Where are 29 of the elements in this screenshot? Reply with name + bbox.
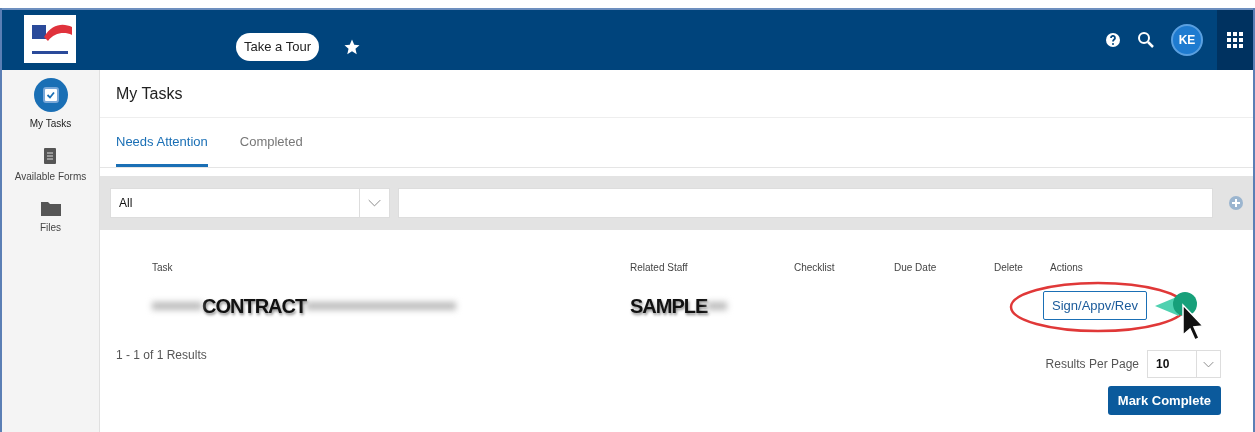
column-header: Related Staff [630, 261, 689, 275]
user-avatar[interactable]: KE [1171, 24, 1203, 56]
search-field[interactable] [398, 187, 1213, 218]
column-header: Actions [1050, 261, 1084, 275]
mark-complete-button[interactable]: Mark Complete [1107, 385, 1221, 415]
blurred-text [707, 301, 728, 310]
filter-dropdown[interactable]: All [110, 187, 390, 218]
sidebar-item-label[interactable]: Available Forms [14, 169, 87, 184]
search-icon[interactable] [1137, 31, 1155, 49]
sign-approve-review-button[interactable]: Sign/Appv/Rev [1043, 290, 1147, 321]
tab[interactable]: Completed [239, 118, 303, 167]
column-header: Task [152, 261, 174, 275]
column-header: Due Date [894, 261, 938, 275]
column-header: Checklist [794, 261, 836, 275]
results-per-page-select[interactable]: 10 [1147, 349, 1221, 378]
help-icon[interactable] [1105, 32, 1121, 48]
logo-icon [24, 15, 76, 63]
take-a-tour-button[interactable]: Take a Tour [236, 33, 319, 61]
table-cell-text: CONTRACT [202, 293, 307, 319]
page-title: My Tasks [116, 83, 183, 104]
apps-grid-icon[interactable] [1227, 32, 1243, 48]
column-header: Delete [994, 261, 1024, 275]
results-per-page-label: Results Per Page [1045, 355, 1139, 373]
results-count: 1 - 1 of 1 Results [116, 346, 207, 364]
table-cell-text: SAMPLE [630, 293, 708, 319]
tab[interactable]: Needs Attention [116, 118, 208, 167]
sidebar-item-label[interactable]: My Tasks [29, 116, 72, 131]
blurred-text [152, 301, 202, 310]
sidebar-item-label[interactable]: Files [39, 220, 62, 235]
